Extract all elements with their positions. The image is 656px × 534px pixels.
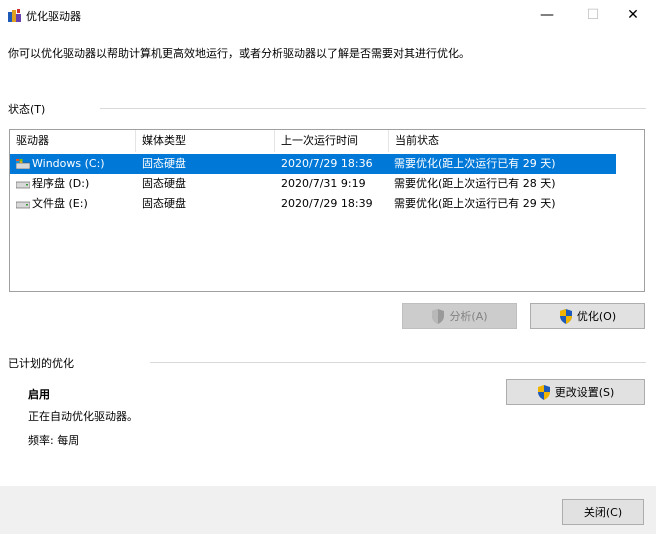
scheduled-section-label: 已计划的优化 — [8, 357, 74, 370]
analyze-button[interactable]: 分析(A) — [402, 303, 517, 329]
current-status: 需要优化(距上次运行已有 29 天) — [394, 157, 556, 170]
status-divider — [100, 108, 646, 109]
drive-name: 文件盘 (E:) — [32, 197, 88, 210]
column-header-status[interactable]: 当前状态 — [389, 130, 644, 152]
minimize-button[interactable]: — — [524, 0, 570, 30]
hard-drive-icon — [16, 201, 30, 209]
title-bar: 优化驱动器 — ☐ ✕ — [0, 0, 656, 30]
media-type: 固态硬盘 — [142, 157, 186, 170]
dialog-footer — [0, 486, 656, 534]
close-button[interactable]: 关闭(C) — [562, 499, 644, 525]
change-settings-button[interactable]: 更改设置(S) — [506, 379, 645, 405]
hard-drive-icon — [16, 181, 30, 189]
list-header: 驱动器 媒体类型 上一次运行时间 当前状态 — [10, 130, 644, 152]
table-row[interactable]: 程序盘 (D:) 固态硬盘 2020/7/31 9:19 需要优化(距上次运行已… — [10, 174, 616, 194]
window-title: 优化驱动器 — [26, 10, 81, 23]
media-type: 固态硬盘 — [142, 177, 186, 190]
optimize-label: 优化(O) — [576, 310, 617, 323]
table-row[interactable]: 文件盘 (E:) 固态硬盘 2020/7/29 18:39 需要优化(距上次运行… — [10, 194, 616, 214]
drive-list[interactable]: 驱动器 媒体类型 上一次运行时间 当前状态 Windows (C:) 固态硬盘 … — [9, 129, 645, 292]
uac-shield-icon — [432, 308, 445, 324]
schedule-detail: 正在自动优化驱动器。 — [28, 410, 138, 423]
change-settings-label: 更改设置(S) — [554, 386, 615, 399]
analyze-label: 分析(A) — [449, 310, 488, 323]
last-run-time: 2020/7/29 18:36 — [281, 157, 373, 170]
last-run-time: 2020/7/29 18:39 — [281, 197, 373, 210]
defrag-app-icon — [8, 9, 21, 22]
schedule-frequency: 频率: 每周 — [28, 434, 80, 447]
schedule-state: 启用 — [28, 388, 50, 401]
drive-name: Windows (C:) — [32, 157, 105, 170]
table-row[interactable]: Windows (C:) 固态硬盘 2020/7/29 18:36 需要优化(距… — [10, 154, 616, 174]
last-run-time: 2020/7/31 9:19 — [281, 177, 366, 190]
scheduled-divider — [150, 362, 646, 363]
media-type: 固态硬盘 — [142, 197, 186, 210]
uac-shield-icon — [559, 308, 572, 324]
windows-drive-icon — [16, 159, 30, 169]
description-text: 你可以优化驱动器以帮助计算机更高效地运行，或者分析驱动器以了解是否需要对其进行优… — [8, 47, 470, 60]
current-status: 需要优化(距上次运行已有 28 天) — [394, 177, 556, 190]
close-label: 关闭(C) — [583, 506, 623, 519]
status-section-label: 状态(T) — [8, 103, 46, 116]
optimize-button[interactable]: 优化(O) — [530, 303, 645, 329]
drive-name: 程序盘 (D:) — [32, 177, 90, 190]
close-window-button[interactable]: ✕ — [610, 0, 656, 30]
column-header-drive[interactable]: 驱动器 — [10, 130, 136, 152]
column-header-last-run[interactable]: 上一次运行时间 — [275, 130, 389, 152]
column-header-media-type[interactable]: 媒体类型 — [136, 130, 275, 152]
uac-shield-icon — [537, 384, 550, 400]
current-status: 需要优化(距上次运行已有 29 天) — [394, 197, 556, 210]
